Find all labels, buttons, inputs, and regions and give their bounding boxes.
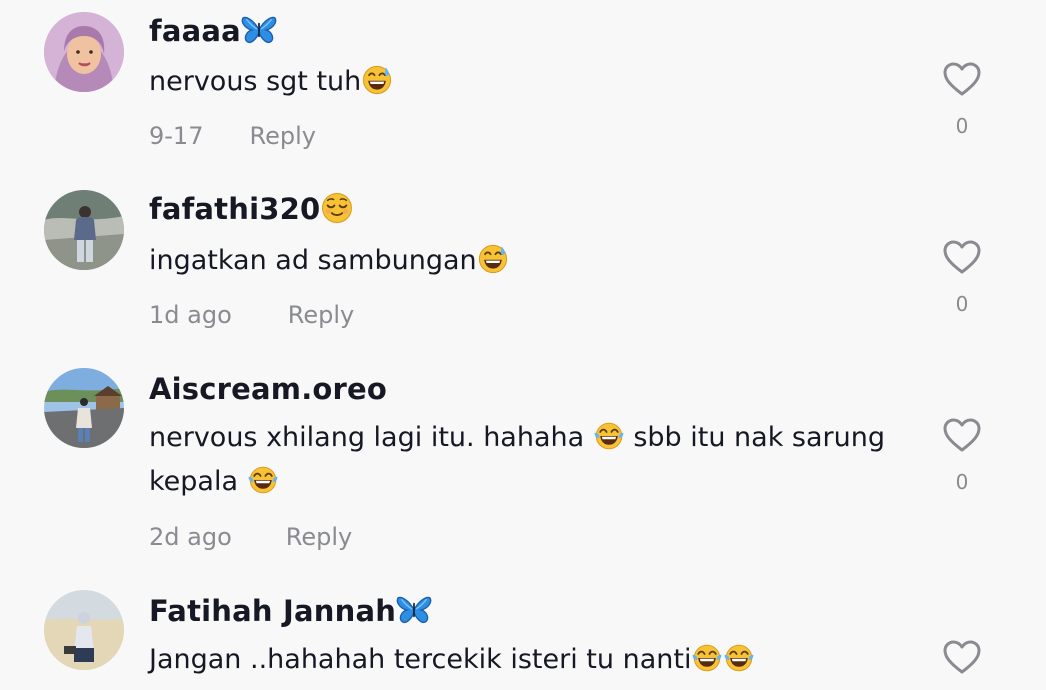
tears-of-joy-icon	[691, 642, 723, 674]
tears-of-joy-icon	[247, 464, 279, 496]
heart-icon[interactable]	[942, 238, 982, 278]
comment-username[interactable]: fafathi320	[149, 192, 354, 228]
heart-icon[interactable]	[942, 416, 982, 456]
grinning-sweat-icon	[361, 64, 393, 96]
comment-date: 1d ago	[149, 301, 232, 329]
reply-button[interactable]: Reply	[286, 523, 352, 551]
butterfly-icon	[241, 13, 277, 47]
comment-text: nervous xhilang lagi itu. hahaha sbb itu…	[149, 416, 909, 504]
reply-button[interactable]: Reply	[288, 301, 354, 329]
comment-username[interactable]: Aiscream.oreo	[149, 372, 387, 406]
comment-meta: 1d ago Reply	[149, 301, 354, 329]
comment-text: nervous sgt tuh	[149, 60, 909, 104]
tears-of-joy-icon	[723, 642, 755, 674]
like-count: 0	[955, 114, 969, 138]
comment-date: 9-17	[149, 122, 204, 150]
reply-button[interactable]: Reply	[249, 122, 315, 150]
like-count: 0	[955, 292, 969, 316]
avatar[interactable]	[44, 12, 124, 92]
butterfly-icon	[396, 593, 432, 627]
comment-username[interactable]: Fatihah Jannah	[149, 594, 432, 630]
relieved-face-icon	[320, 191, 354, 225]
heart-icon[interactable]	[942, 638, 982, 678]
comment-text: ingatkan ad sambungan	[149, 239, 909, 283]
grinning-sweat-icon	[477, 243, 509, 275]
comment-username[interactable]: faaaa	[149, 14, 277, 50]
tears-of-joy-icon	[593, 420, 625, 452]
heart-icon[interactable]	[942, 60, 982, 100]
avatar[interactable]	[44, 368, 124, 448]
avatar[interactable]	[44, 190, 124, 270]
comment-date: 2d ago	[149, 523, 232, 551]
comment-meta: 9-17 Reply	[149, 122, 316, 150]
comment-meta: 2d ago Reply	[149, 523, 352, 551]
avatar[interactable]	[44, 590, 124, 670]
like-count: 0	[955, 470, 969, 494]
comment-text: Jangan ..hahahah tercekik isteri tu nant…	[149, 638, 909, 682]
